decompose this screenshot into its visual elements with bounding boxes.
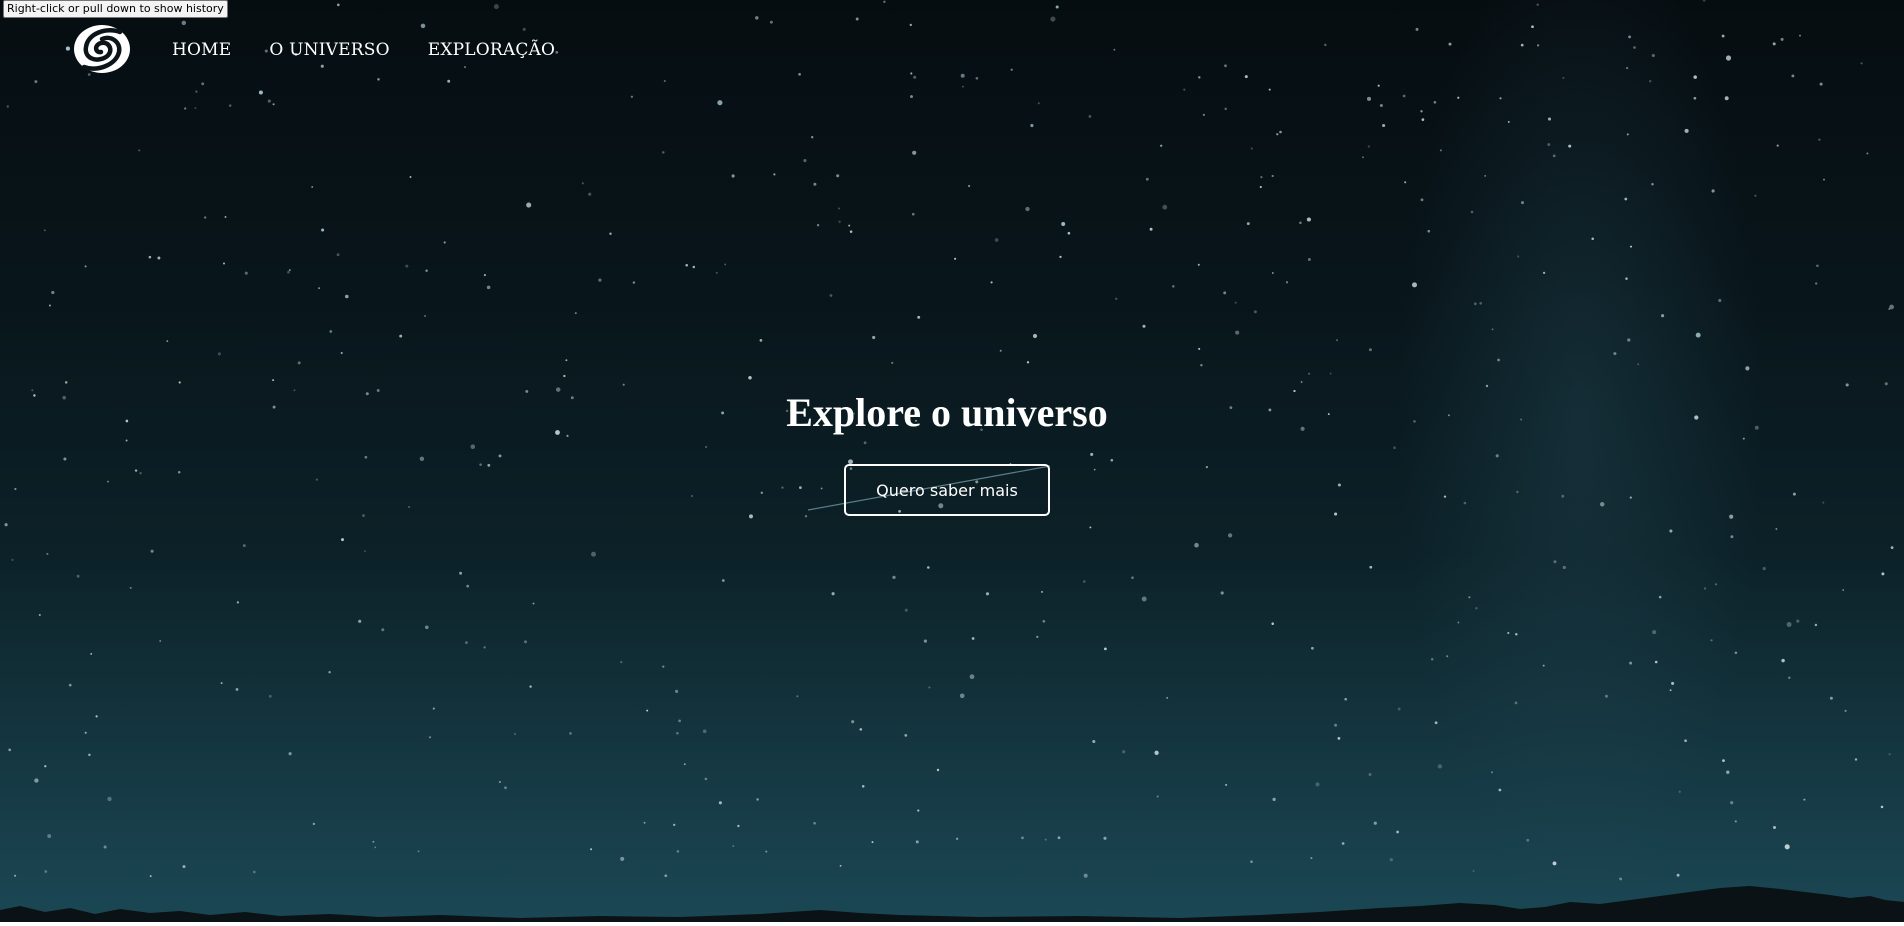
learn-more-button[interactable]: Quero saber mais bbox=[844, 464, 1050, 516]
mountain-silhouette bbox=[0, 886, 1904, 922]
nav-link-exploracao[interactable]: EXPLORAÇÃO bbox=[428, 40, 555, 60]
hero-content: Explore o universo Quero saber mais bbox=[0, 388, 1894, 516]
main-nav: HOME O UNIVERSO EXPLORAÇÃO bbox=[172, 40, 555, 60]
nav-link-o-universo[interactable]: O UNIVERSO bbox=[269, 40, 389, 60]
hero-title: Explore o universo bbox=[786, 390, 1108, 435]
page: Right-click or pull down to show history… bbox=[0, 0, 1904, 926]
history-tooltip: Right-click or pull down to show history bbox=[3, 0, 228, 18]
galaxy-logo-icon[interactable] bbox=[72, 23, 132, 75]
nav-link-home[interactable]: HOME bbox=[172, 40, 231, 60]
